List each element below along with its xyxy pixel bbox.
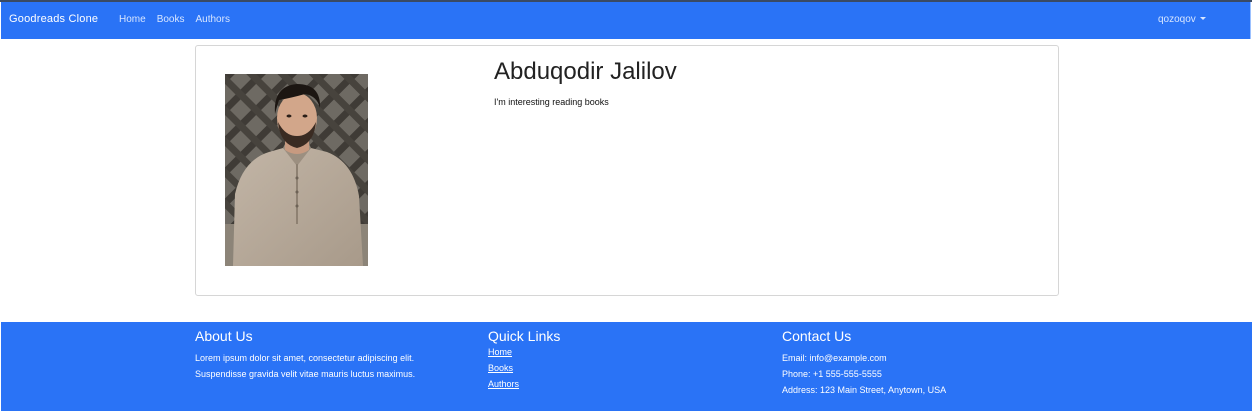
nav-link-home[interactable]: Home xyxy=(119,14,146,25)
footer-link-books[interactable]: Books xyxy=(488,363,513,373)
nav-link-books[interactable]: Books xyxy=(157,14,185,25)
footer-about-line: Lorem ipsum dolor sit amet, consectetur … xyxy=(195,353,415,363)
navbar-brand[interactable]: Goodreads Clone xyxy=(9,13,98,25)
author-photo-icon xyxy=(225,74,368,266)
footer-about-line: Suspendisse gravida velit vitae mauris l… xyxy=(195,369,416,379)
footer-links-list: Home Books Authors xyxy=(488,344,560,392)
author-bio: I'm interesting reading books xyxy=(494,97,609,107)
author-photo xyxy=(225,74,368,266)
list-item: Books xyxy=(488,360,560,376)
footer-contact: Contact Us Email: info@example.com Phone… xyxy=(782,328,946,398)
footer-quick-links-title: Quick Links xyxy=(488,328,561,344)
contact-phone: Phone: +1 555-555-5555 xyxy=(782,369,882,379)
footer-about: About Us Lorem ipsum dolor sit amet, con… xyxy=(195,328,415,382)
caret-down-icon xyxy=(1199,16,1206,20)
user-dropdown[interactable]: qozoqov xyxy=(1158,14,1206,25)
navbar: Goodreads Clone Home Books Authors qozoq… xyxy=(1,2,1251,39)
footer-link-home[interactable]: Home xyxy=(488,347,512,357)
footer-link-authors[interactable]: Authors xyxy=(488,379,519,389)
contact-address: Address: 123 Main Street, Anytown, USA xyxy=(782,385,947,395)
footer-contact-title: Contact Us xyxy=(782,328,852,344)
user-dropdown-label: qozoqov xyxy=(1158,14,1196,25)
list-item: Home xyxy=(488,344,560,360)
nav-links: Home Books Authors xyxy=(119,14,230,25)
footer-about-title: About Us xyxy=(195,328,253,344)
author-card: Abduqodir Jalilov I'm interesting readin… xyxy=(195,45,1059,296)
footer: About Us Lorem ipsum dolor sit amet, con… xyxy=(1,322,1252,411)
contact-email: Email: info@example.com xyxy=(782,353,887,363)
nav-link-authors[interactable]: Authors xyxy=(195,14,229,25)
list-item: Authors xyxy=(488,376,560,392)
footer-quick-links: Quick Links Home Books Authors xyxy=(488,328,560,392)
page: Goodreads Clone Home Books Authors qozoq… xyxy=(0,0,1252,411)
author-name: Abduqodir Jalilov xyxy=(494,58,677,85)
